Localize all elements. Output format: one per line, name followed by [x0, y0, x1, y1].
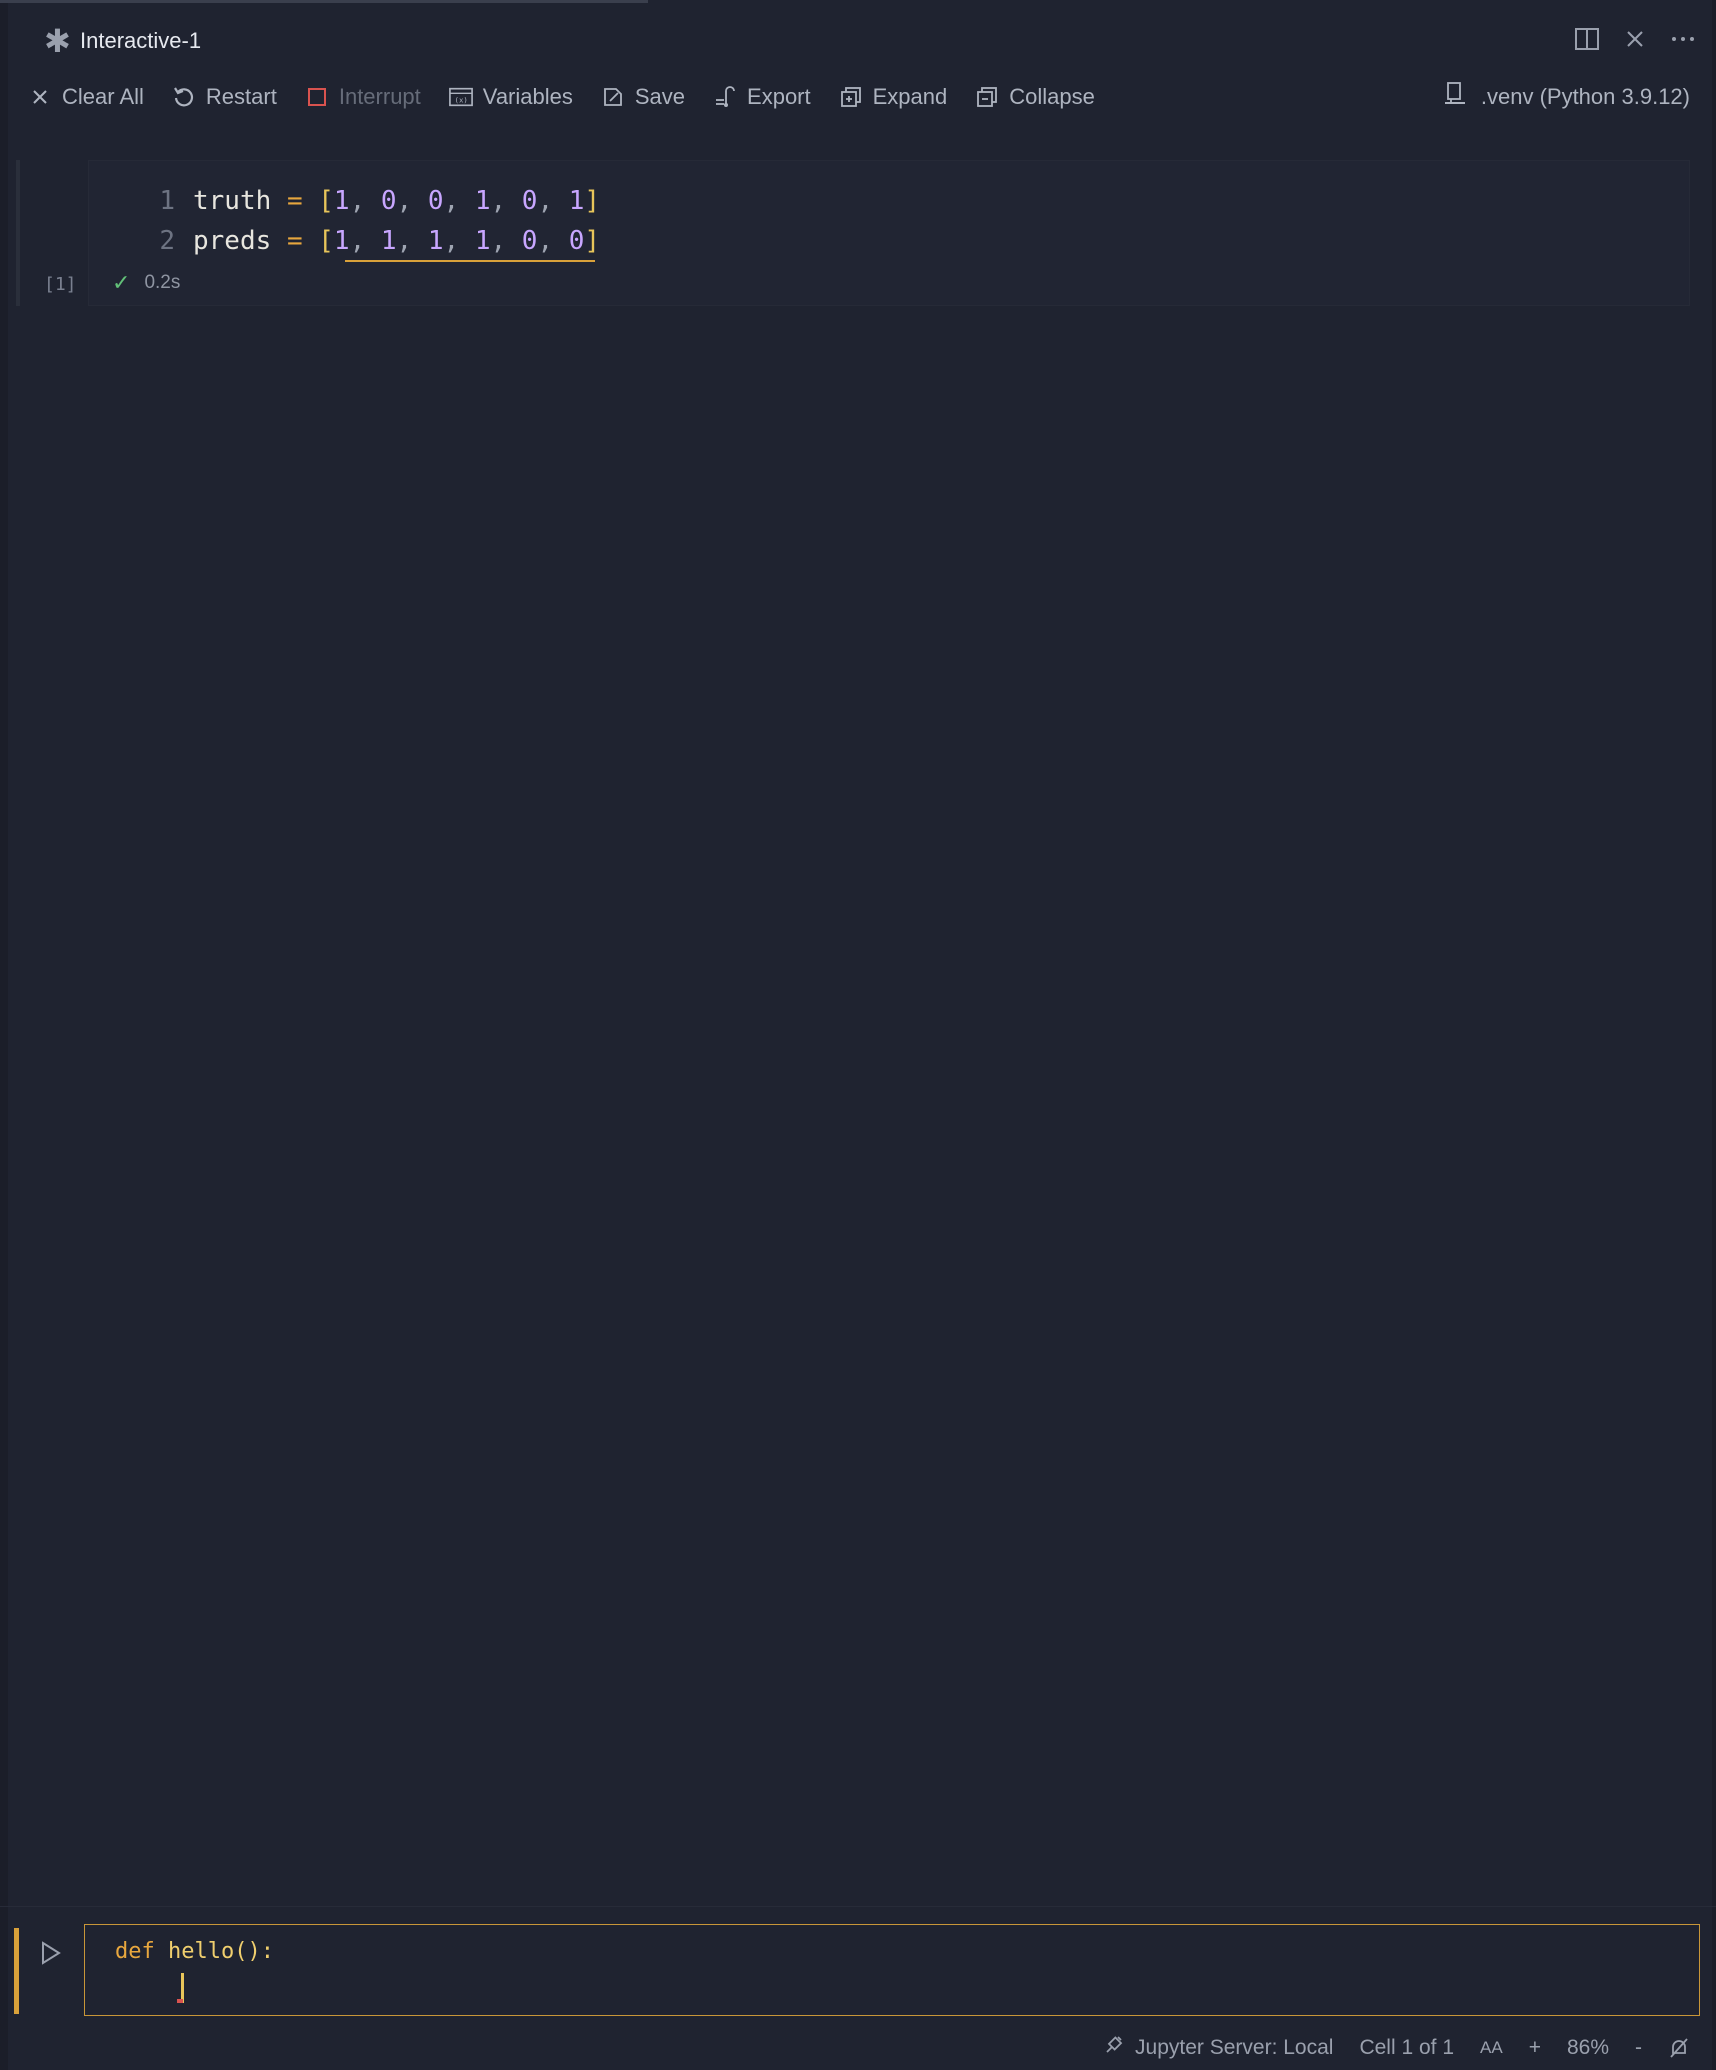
code-line: 2 preds = [1, 1, 1, 1, 0, 0] — [89, 221, 600, 261]
export-icon — [713, 85, 737, 109]
open-bracket: [ — [318, 186, 334, 216]
list-value: 0 — [521, 186, 538, 216]
tab-title[interactable]: Interactive-1 — [80, 28, 201, 54]
list-value: 0 — [521, 226, 538, 256]
warning-underline — [345, 260, 595, 262]
more-actions-icon[interactable] — [1670, 26, 1696, 52]
variables-button[interactable]: (x) Variables — [448, 80, 573, 114]
interrupt-button[interactable]: Interrupt — [305, 80, 421, 114]
left-edge — [0, 0, 8, 2070]
open-bracket: [ — [318, 226, 334, 256]
collapse-label: Collapse — [1009, 84, 1095, 109]
save-label: Save — [634, 84, 686, 109]
list-value: 1 — [474, 186, 491, 216]
save-icon — [601, 85, 625, 109]
kernel-icon — [1443, 81, 1467, 113]
interactive-window: ✱ Interactive-1 Clear All Restart Interr… — [0, 0, 1716, 2070]
asterisk-icon: ✱ — [44, 23, 71, 59]
notifications-muted-icon[interactable] — [1668, 2037, 1690, 2059]
keyword: def — [115, 1939, 155, 1964]
input-divider — [0, 1906, 1716, 1907]
close-icon — [28, 85, 52, 109]
run-icon[interactable] — [40, 1940, 70, 1970]
toolbar: Clear All Restart Interrupt (x) Variable… — [28, 80, 1123, 114]
line-number: 2 — [159, 226, 175, 256]
expand-button[interactable]: Expand — [839, 80, 948, 114]
execution-status: ✓ 0.2s — [112, 270, 180, 296]
progress-bar — [0, 0, 648, 3]
restart-label: Restart — [205, 84, 277, 109]
function-signature: hello(): — [168, 1939, 274, 1964]
list-value: 1 — [333, 186, 350, 216]
close-bracket: ] — [584, 226, 601, 256]
variable-name: preds — [193, 226, 272, 256]
assign-operator: = — [286, 226, 303, 256]
zoom-out-button[interactable]: - — [1635, 2036, 1642, 2060]
input-line: def hello(): — [115, 1939, 274, 1964]
execution-duration: 0.2s — [144, 272, 181, 293]
right-edge — [1712, 0, 1716, 2070]
list-value: 0 — [427, 186, 444, 216]
server-label: Jupyter Server: Local — [1135, 2036, 1334, 2059]
export-button[interactable]: Export — [713, 80, 811, 114]
clear-all-label: Clear All — [62, 84, 144, 109]
jupyter-server-status[interactable]: Jupyter Server: Local — [1103, 2034, 1333, 2062]
interrupt-label: Interrupt — [338, 84, 421, 109]
stop-icon — [305, 85, 329, 109]
split-editor-icon[interactable] — [1574, 26, 1600, 52]
kernel-label: .venv (Python 3.9.12) — [1480, 84, 1690, 109]
clear-all-button[interactable]: Clear All — [28, 80, 144, 114]
input-cell: def hello(): — [14, 1924, 1700, 2016]
zoom-in-button[interactable]: + — [1529, 2036, 1541, 2060]
export-label: Export — [747, 84, 811, 109]
collapse-icon — [975, 85, 999, 109]
variables-label: Variables — [482, 84, 573, 109]
code-input[interactable]: def hello(): — [84, 1924, 1700, 2016]
list-value: 1 — [380, 226, 397, 256]
code-cell[interactable]: [1] 1 truth = [1, 0, 0, 1, 0, 1] 2 preds… — [16, 160, 1690, 306]
close-bracket: ] — [584, 186, 601, 216]
variables-icon: (x) — [448, 85, 473, 109]
code-line: 1 truth = [1, 0, 0, 1, 0, 1] — [89, 181, 600, 221]
plug-icon — [1103, 2034, 1125, 2062]
tab-bar: ✱ Interactive-1 — [0, 18, 1716, 68]
svg-text:(x): (x) — [454, 96, 467, 105]
cell-position: Cell 1 of 1 — [1359, 2036, 1455, 2059]
list-value: 1 — [474, 226, 491, 256]
list-value: 0 — [568, 226, 585, 256]
status-bar: Jupyter Server: Local Cell 1 of 1 AA + 8… — [1103, 2032, 1690, 2064]
restart-icon — [172, 85, 196, 109]
focus-indicator — [14, 1928, 19, 2014]
cell-editor[interactable]: 1 truth = [1, 0, 0, 1, 0, 1] 2 preds = [… — [88, 160, 1690, 306]
assign-operator: = — [286, 186, 303, 216]
restart-button[interactable]: Restart — [172, 80, 277, 114]
execution-count: [1] — [44, 274, 77, 295]
list-value: 1 — [333, 226, 350, 256]
zoom-level: 86% — [1566, 2036, 1609, 2059]
error-marker — [177, 1999, 183, 2003]
tab-actions — [1574, 26, 1696, 52]
list-value: 0 — [380, 186, 397, 216]
list-value: 1 — [568, 186, 585, 216]
line-number: 1 — [159, 186, 175, 216]
variable-name: truth — [193, 186, 272, 216]
check-icon: ✓ — [112, 270, 131, 295]
kernel-picker[interactable]: .venv (Python 3.9.12) — [1443, 80, 1690, 114]
expand-label: Expand — [872, 84, 948, 109]
save-button[interactable]: Save — [601, 80, 685, 114]
expand-icon — [839, 85, 863, 109]
list-value: 1 — [427, 226, 444, 256]
collapse-button[interactable]: Collapse — [975, 80, 1095, 114]
close-icon[interactable] — [1622, 26, 1648, 52]
font-size-icon[interactable]: AA — [1480, 2038, 1503, 2058]
